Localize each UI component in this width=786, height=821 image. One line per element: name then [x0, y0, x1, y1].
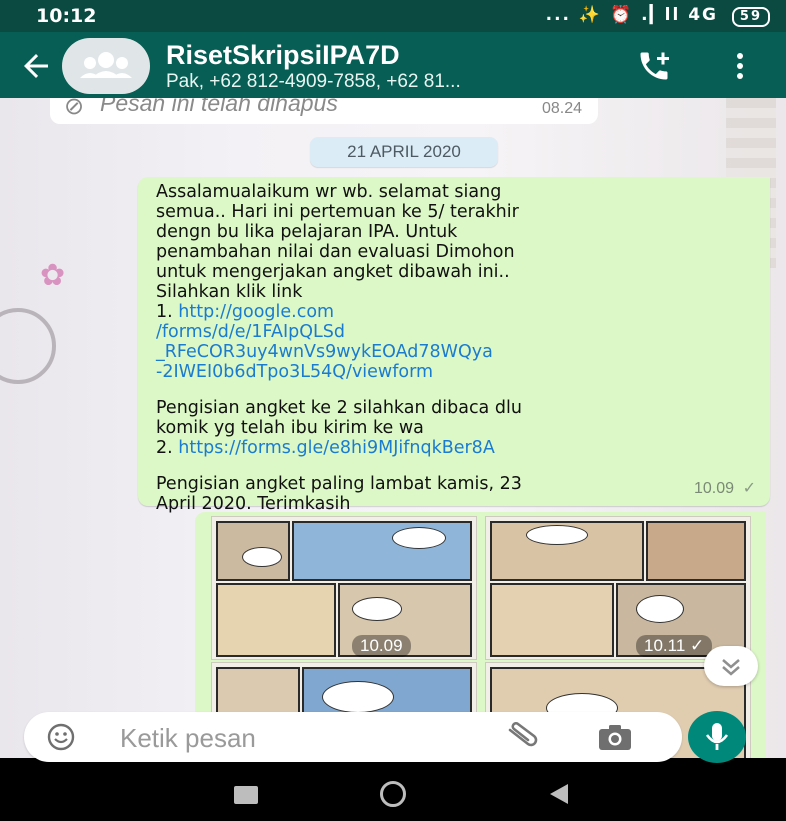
message-line: Pengisian angket paling lambat kamis, 23	[156, 474, 522, 494]
chat-area[interactable]: ✿ ⊘ Pesan ini telah dihapus 08.24 21 APR…	[0, 98, 786, 758]
message-line: Pengisian angket ke 2 silahkan dibaca dl…	[156, 398, 522, 418]
chat-header: RisetSkripsiIPA7D Pak, +62 812-4909-7858…	[0, 32, 786, 98]
wheel-decoration	[0, 308, 56, 384]
message-input[interactable]	[118, 720, 482, 756]
link1-line: -2IWEI0b6dTpo3L54Q/viewform	[156, 362, 764, 382]
message-time: 08.24	[541, 100, 582, 117]
sent-check-icon: ✓	[690, 636, 705, 655]
camera-icon[interactable]	[598, 723, 632, 751]
mic-icon	[705, 723, 729, 750]
recent-apps-icon[interactable]	[234, 786, 258, 804]
message-line: Assalamualaikum wr wb. selamat siang	[156, 182, 502, 202]
link1-line: 1. http://google.com	[156, 302, 764, 322]
message-composer	[24, 712, 682, 762]
flower-decoration: ✿	[40, 259, 66, 292]
home-icon[interactable]	[380, 781, 406, 807]
message-text: Assalamualaikum wr wb. selamat siang sem…	[156, 182, 764, 514]
link2-line: 2. https://forms.gle/e8hi9MJifnqkBer8A	[156, 438, 764, 458]
message-line: penambahan nilai dan evaluasi Dimohon	[156, 242, 515, 262]
android-nav-bar	[0, 768, 786, 821]
form-link-2[interactable]: https://forms.gle/e8hi9MJifnqkBer8A	[178, 438, 495, 458]
double-chevron-down-icon	[722, 659, 740, 676]
status-bar: 10:12 ... ✨ ⏰ .▎ll 4G 59	[0, 0, 786, 32]
message-line: April 2020. Terimkasih	[156, 494, 351, 514]
back-arrow-icon[interactable]	[18, 48, 54, 84]
emoji-icon[interactable]	[46, 722, 76, 752]
link1-line: /forms/d/e/1FAIpQLSd	[156, 322, 764, 342]
message-line: dengn bu lika pelajaran IPA. Untuk	[156, 222, 458, 242]
status-icons: ... ✨ ⏰ .▎ll 4G	[545, 5, 718, 25]
add-call-icon[interactable]	[636, 48, 672, 84]
voice-message-button[interactable]	[688, 711, 746, 763]
message-line: untuk mengerjakan angket dibawah ini..	[156, 262, 510, 282]
chat-participants[interactable]: Pak, +62 812-4909-7858, +62 81...	[166, 71, 461, 93]
link1-line: _RFeCOR3uy4wnVs9wykEOAd78WQya	[156, 342, 764, 362]
attach-icon[interactable]	[502, 722, 542, 752]
message-line: Silahkan klik link	[156, 282, 303, 302]
outgoing-message-bubble[interactable]: Assalamualaikum wr wb. selamat siang sem…	[138, 177, 770, 514]
back-icon[interactable]	[550, 784, 568, 804]
date-chip: 21 APRIL 2020	[310, 137, 498, 167]
deleted-message-text: Pesan ini telah dihapus	[100, 98, 338, 116]
form-link-1-cont[interactable]: /forms/d/e/1FAIpQLSd	[156, 322, 345, 342]
status-time: 10:12	[36, 5, 97, 27]
status-indicators: ... ✨ ⏰ .▎ll 4G 59	[546, 5, 770, 27]
form-link-1[interactable]: http://google.com	[178, 302, 334, 322]
more-vert-icon[interactable]	[730, 50, 750, 82]
comic-image[interactable]: 10.11 ✓	[485, 516, 751, 660]
form-link-1-cont[interactable]: -2IWEI0b6dTpo3L54Q/viewform	[156, 362, 433, 382]
form-link-1-cont[interactable]: _RFeCOR3uy4wnVs9wykEOAd78WQya	[156, 342, 493, 362]
message-time: 10.09	[693, 480, 734, 497]
deleted-message-bubble[interactable]: ⊘ Pesan ini telah dihapus 08.24	[50, 98, 598, 124]
message-line: semua.. Hari ini pertemuan ke 5/ terakhi…	[156, 202, 519, 222]
message-line: komik yg telah ibu kirim ke wa	[156, 418, 424, 438]
message-input-bar	[0, 706, 786, 768]
comic-image[interactable]: 10.09	[211, 516, 477, 660]
image-time: 10.11 ✓	[636, 635, 713, 657]
chat-title[interactable]: RisetSkripsiIPA7D	[166, 40, 400, 71]
group-avatar[interactable]	[62, 38, 150, 94]
scroll-down-button[interactable]	[704, 646, 758, 686]
image-time: 10.09	[352, 635, 411, 657]
list-number: 1.	[156, 302, 179, 322]
group-avatar-icon	[80, 52, 132, 78]
image-time-text: 10.11	[644, 636, 686, 655]
battery-icon: 59	[731, 7, 770, 27]
sent-check-icon: ✓	[742, 480, 756, 497]
prohibited-icon: ⊘	[64, 98, 85, 120]
list-number: 2.	[156, 438, 179, 458]
